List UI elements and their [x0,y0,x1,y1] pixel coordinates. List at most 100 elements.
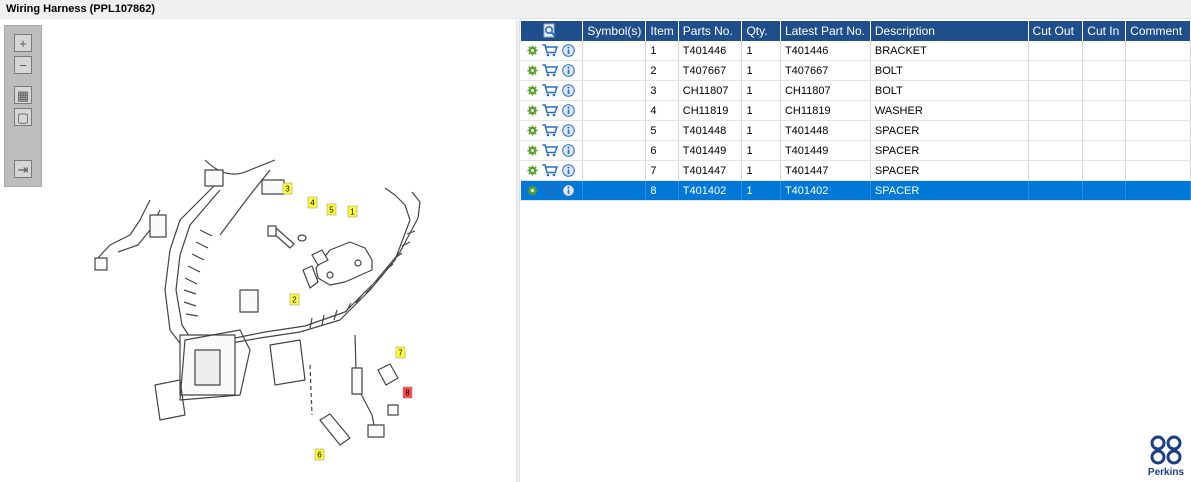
svg-text:7: 7 [398,349,403,358]
cut-out-cell [1028,60,1084,81]
parts-no-cell: T401448 [678,120,743,141]
diagram-pane[interactable]: + − ▦ ▢ ⇥ 1 2 3 4 5 6 7 8 [0,20,516,482]
gear-icon[interactable] [527,125,538,136]
info-icon[interactable] [562,124,575,137]
symbols-column-header[interactable]: Symbol(s) [582,21,647,41]
info-icon[interactable] [562,184,575,197]
table-row[interactable]: 8 T401402 1 T401402 SPACER [521,180,1191,201]
callout-5: 5 [326,203,337,216]
description-cell: SPACER [870,140,1029,161]
table-row[interactable]: 3 CH11807 1 CH11807 BOLT [521,80,1191,101]
comment-column-header[interactable]: Comment [1125,21,1191,41]
gear-icon[interactable] [527,65,538,76]
pane-splitter[interactable] [516,20,520,482]
svg-text:8: 8 [405,389,410,398]
table-row[interactable]: 5 T401448 1 T401448 SPACER [521,120,1191,141]
table-row[interactable]: 1 T401446 1 T401446 BRACKET [521,41,1191,61]
latest-part-no-cell: T401449 [780,140,871,161]
comment-cell [1125,60,1191,81]
washer-part [297,234,307,242]
item-cell: 5 [645,120,679,141]
gear-icon[interactable] [527,185,538,196]
qty-cell: 1 [741,120,781,141]
callout-2: 2 [289,293,300,306]
parts-no-cell: T401447 [678,160,743,181]
qty-cell: 1 [741,80,781,101]
cart-icon[interactable] [542,64,558,77]
cut-in-cell [1082,41,1127,61]
cart-icon[interactable] [542,104,558,117]
callout-7: 7 [395,346,406,359]
description-column-header[interactable]: Description [870,21,1029,41]
cart-icon[interactable] [542,44,558,57]
description-cell: BRACKET [870,41,1029,61]
cut-out-cell [1028,120,1084,141]
callout-4: 4 [307,196,318,209]
symbols-cell [582,160,647,181]
item-cell: 1 [645,41,679,61]
latest-part-no-column-header[interactable]: Latest Part No. [780,21,871,41]
gear-icon[interactable] [527,165,538,176]
table-row[interactable]: 2 T407667 1 T407667 BOLT [521,60,1191,81]
gear-icon[interactable] [527,105,538,116]
table-row[interactable]: 4 CH11819 1 CH11819 WASHER [521,100,1191,121]
cart-icon[interactable] [542,84,558,97]
svg-text:1: 1 [350,208,355,217]
item-cell: 8 [645,180,679,201]
comment-cell [1125,80,1191,101]
latest-part-no-cell: T401448 [780,120,871,141]
latest-part-no-cell: CH11807 [780,80,871,101]
cut-in-column-header[interactable]: Cut In [1082,21,1127,41]
qty-cell: 1 [741,41,781,61]
info-icon[interactable] [562,44,575,57]
symbols-cell [582,80,647,101]
row-actions-cell [521,120,584,141]
cart-icon[interactable] [542,184,558,197]
window-title: Wiring Harness (PPL107862) [6,3,156,15]
info-icon[interactable] [562,64,575,77]
svg-text:5: 5 [329,206,334,215]
description-cell: SPACER [870,180,1029,201]
info-icon[interactable] [562,104,575,117]
perkins-logo-icon [1150,435,1182,465]
info-icon[interactable] [562,84,575,97]
info-icon[interactable] [562,164,575,177]
cart-icon[interactable] [542,144,558,157]
gear-icon[interactable] [527,145,538,156]
info-icon[interactable] [562,144,575,157]
qty-cell: 1 [741,60,781,81]
preview-column-header[interactable] [521,21,584,41]
parts-no-column-header[interactable]: Parts No. [678,21,743,41]
item-cell: 2 [645,60,679,81]
window-titlebar: Wiring Harness (PPL107862) [0,0,1191,19]
item-cell: 4 [645,100,679,121]
gear-icon[interactable] [527,85,538,96]
description-cell: SPACER [870,160,1029,181]
cart-icon[interactable] [542,124,558,137]
svg-text:2: 2 [292,296,297,305]
perkins-logo-text: Perkins [1147,467,1185,478]
comment-cell [1125,140,1191,161]
item-column-header[interactable]: Item [645,21,679,41]
parts-no-cell: T401449 [678,140,743,161]
cut-out-column-header[interactable]: Cut Out [1028,21,1084,41]
symbols-cell [582,180,647,201]
comment-cell [1125,180,1191,201]
parts-no-cell: T401446 [678,41,743,61]
svg-text:6: 6 [317,451,322,460]
cart-icon[interactable] [542,164,558,177]
row-actions-cell [521,80,584,101]
gear-icon[interactable] [527,45,538,56]
item-cell: 7 [645,160,679,181]
cut-out-cell [1028,160,1084,181]
table-row[interactable]: 7 T401447 1 T401447 SPACER [521,160,1191,181]
callout-1: 1 [347,205,358,218]
parts-table: Symbol(s) Item Parts No. Qty. Latest Par… [521,21,1191,201]
cut-in-cell [1082,80,1127,101]
parts-list-pane: Symbol(s) Item Parts No. Qty. Latest Par… [521,20,1191,482]
item-cell: 3 [645,80,679,101]
callout-8: 8 [402,386,413,399]
table-row[interactable]: 6 T401449 1 T401449 SPACER [521,140,1191,161]
qty-column-header[interactable]: Qty. [741,21,781,41]
row-actions-cell [521,60,584,81]
